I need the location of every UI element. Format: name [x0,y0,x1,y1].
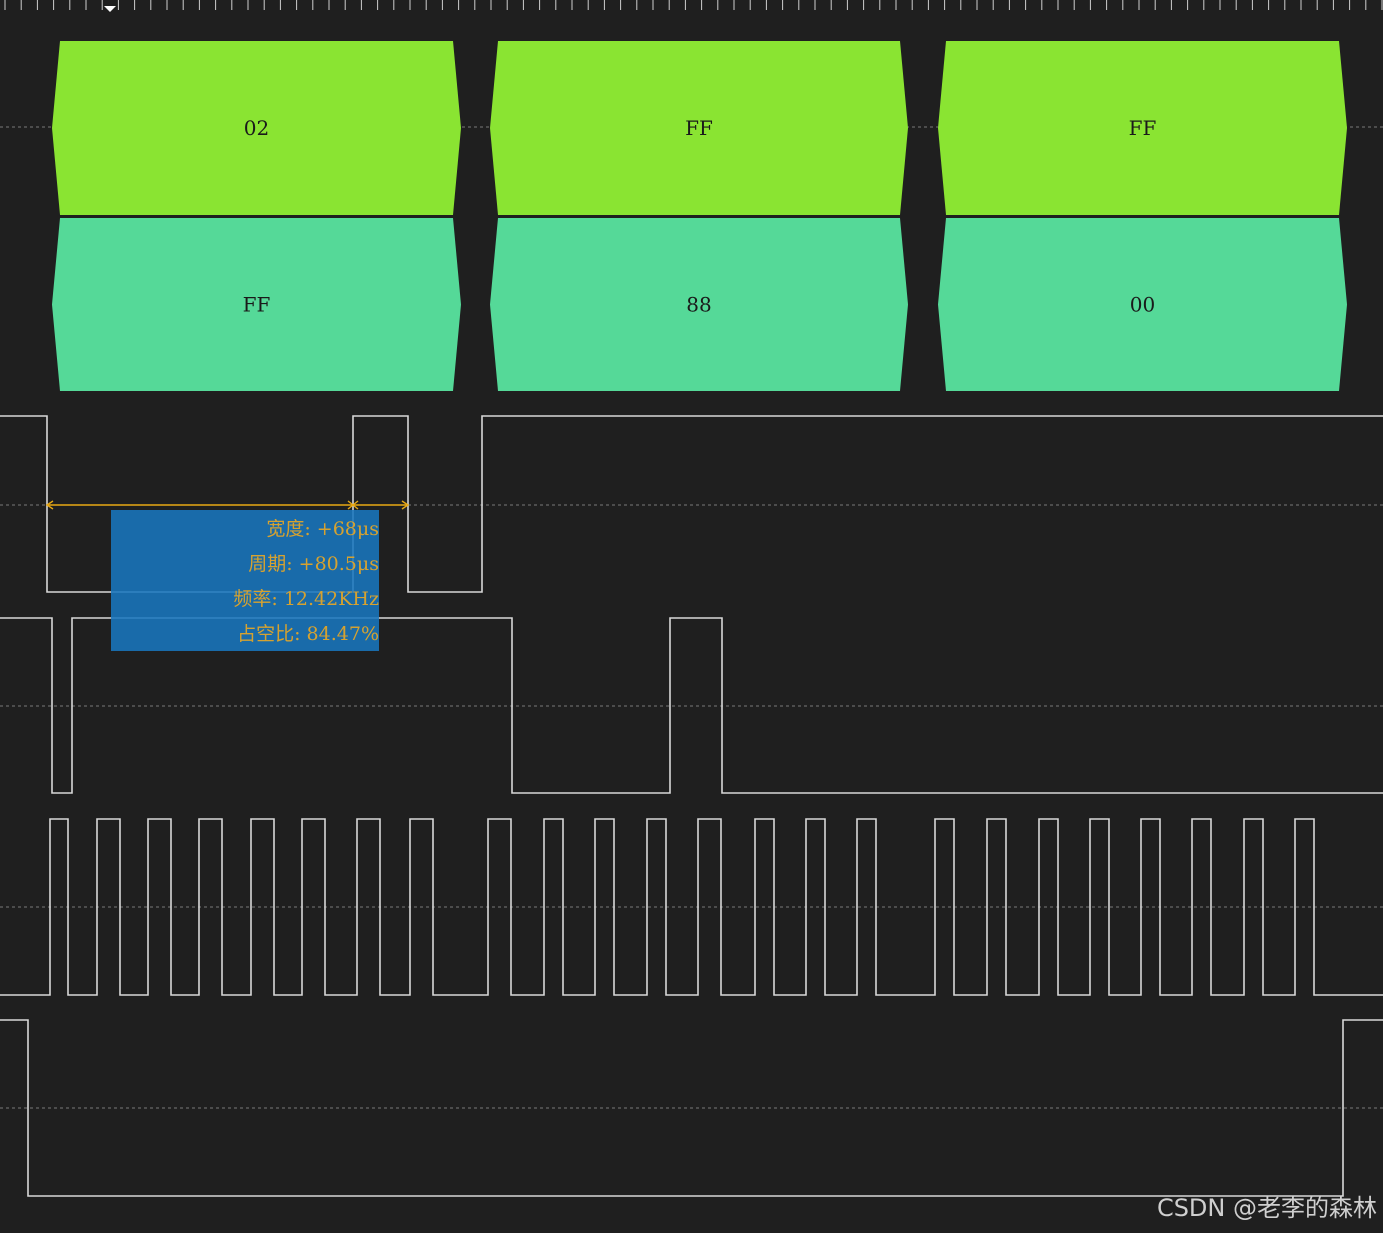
measure-frequency: 频率: 12.42KHz [233,588,379,610]
measurement-tooltip: 宽度: +68μs 周期: +80.5μs 频率: 12.42KHz 占空比: … [111,510,379,651]
logic-analyzer-view: 02 FF FF FF 88 00 宽度: +68μs 周期: +80.5μs 频率: 1… [0,0,1383,1233]
time-ruler[interactable] [4,0,1383,12]
triangle-down-icon [104,6,116,12]
decoder-row-2-byte-label: 00 [1130,293,1155,317]
decoder-row-1-byte-label: FF [685,116,713,140]
measure-duty-cycle: 占空比: 84.47% [237,623,379,645]
measurement-cursor[interactable] [45,500,410,510]
protocol-decoder-rows: 02 FF FF FF 88 00 [52,41,1347,391]
watermark: CSDN @老李的森林 [1156,1194,1377,1222]
decoder-row-2-byte-label: FF [243,293,271,317]
measure-width: 宽度: +68μs [266,518,379,540]
decoder-row-1-byte-label: 02 [244,116,269,140]
decoder-row-1-byte-label: FF [1129,116,1157,140]
decoder-row-2-byte-label: 88 [686,293,711,317]
measure-period: 周期: +80.5μs [248,553,379,575]
